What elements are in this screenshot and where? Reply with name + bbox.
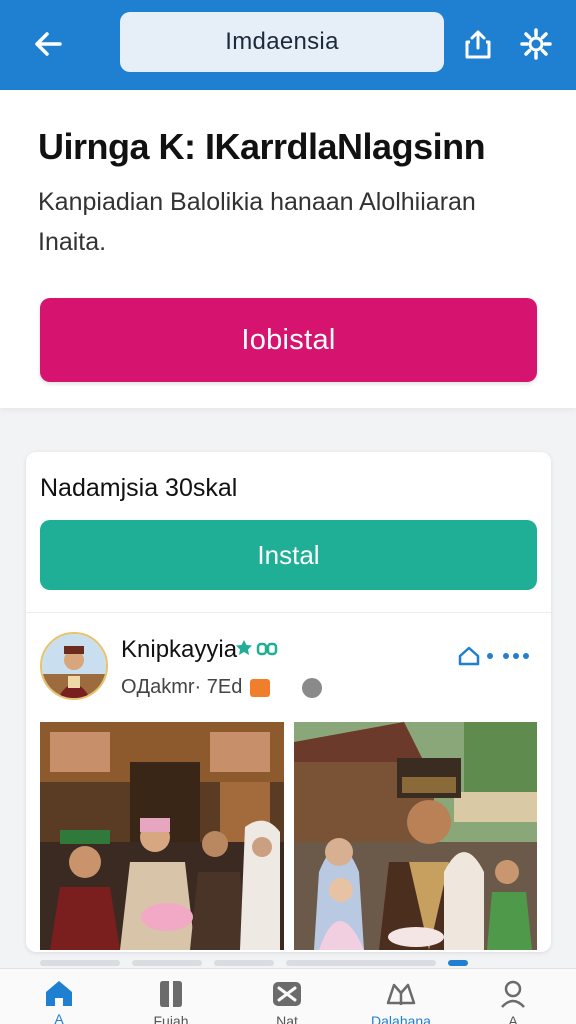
people-photo-image (294, 722, 537, 950)
nav-item-library[interactable]: Fujah (121, 969, 221, 1024)
app-card: Nadamjsia 30skal Instal Knipkayyia OДakm… (26, 452, 551, 952)
globe-icon (302, 677, 323, 698)
share-icon (465, 30, 491, 59)
settings-button[interactable] (516, 24, 556, 64)
primary-install-button[interactable]: Iobistal (40, 298, 537, 382)
verified-icon (236, 640, 252, 655)
post-meta-text: OДakmr· 7Εd (121, 676, 243, 698)
arrow-left-icon (35, 32, 62, 56)
home-small-icon[interactable] (458, 646, 480, 666)
post-meta: OДakmr· 7Εd (121, 676, 323, 699)
share-button[interactable] (458, 24, 498, 64)
card-title: Nadamjsia 30skal (40, 474, 238, 502)
nav-item-messages[interactable]: Nat (237, 969, 337, 1024)
nav-label: Nat (276, 1013, 298, 1024)
address-bar[interactable]: Imdaensia (120, 12, 444, 72)
hands-book-icon (386, 983, 416, 1005)
install-button[interactable]: Instal (40, 520, 537, 590)
post-photo-left[interactable] (40, 722, 284, 950)
tag-icon (250, 678, 271, 697)
verified-badge (234, 638, 278, 660)
nav-item-home[interactable]: A (9, 969, 109, 1024)
page-title: Uirnga K: IKarrdlaNlagsinn (38, 126, 486, 167)
back-button[interactable] (28, 24, 68, 64)
mail-icon (273, 982, 301, 1006)
scroll-indicator (40, 960, 536, 966)
nav-label: A (54, 1011, 64, 1024)
avatar[interactable] (40, 632, 108, 700)
book-icon (160, 981, 182, 1007)
avatar-icon (42, 634, 106, 698)
nav-label: Dalahana (371, 1013, 431, 1024)
page-description: Kanpiadian Balolikia hanaan Alolhiiaran … (38, 188, 476, 256)
post-actions[interactable] (458, 642, 538, 670)
post-photo-right[interactable] (294, 722, 537, 950)
nav-label: Fujah (153, 1013, 189, 1024)
more-options-icon[interactable] (486, 651, 530, 661)
nav-item-profile[interactable]: A (463, 969, 563, 1024)
gear-icon (520, 28, 552, 60)
link-icon (256, 642, 278, 656)
bottom-navigation: A Fujah Nat Dalahana A (0, 968, 576, 1024)
home-icon (46, 981, 72, 1006)
people-photo-image (40, 722, 284, 950)
profile-icon (501, 980, 525, 1008)
hero-section: Uirnga K: IKarrdlaNlagsinn Kanpiadian Ba… (0, 90, 576, 408)
nav-label: A (508, 1013, 518, 1024)
app-bar: Imdaensia (0, 0, 576, 90)
post-author[interactable]: Knipkayyia (121, 636, 237, 664)
divider (26, 612, 551, 613)
nav-item-dalahana[interactable]: Dalahana (351, 969, 451, 1024)
